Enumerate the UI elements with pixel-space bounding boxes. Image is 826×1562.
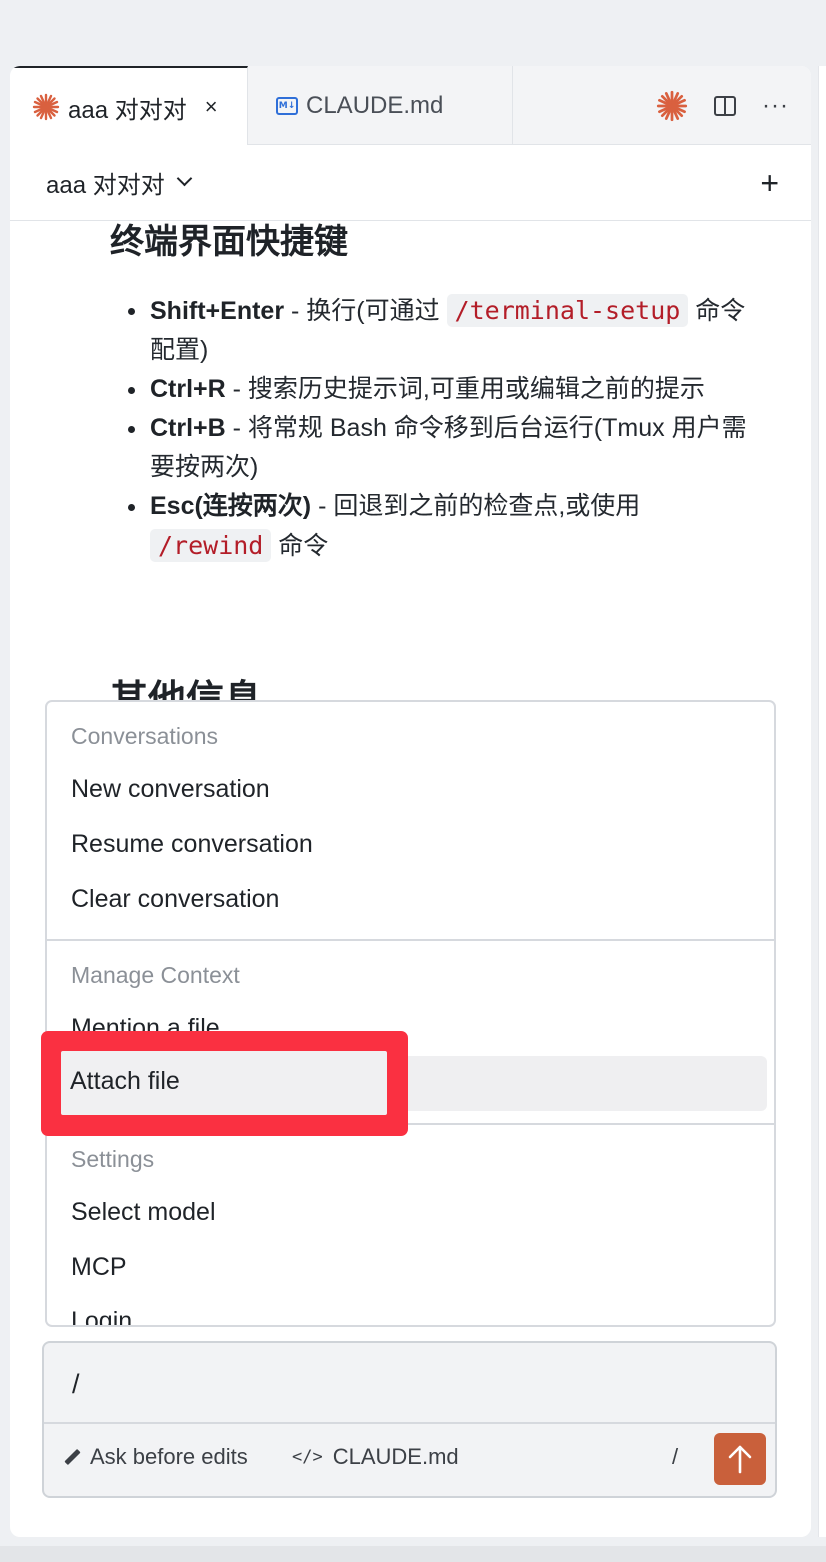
- menu-item-attach-file-label[interactable]: Attach file: [70, 1067, 180, 1096]
- pencil-icon: [66, 1450, 80, 1464]
- claude-asterisk-icon: [32, 93, 60, 121]
- chevron-down-icon[interactable]: [176, 170, 192, 187]
- menu-item-resume-conversation[interactable]: Resume conversation: [71, 830, 313, 859]
- tab-label: CLAUDE.md: [306, 91, 444, 119]
- list-item: Ctrl+B - 将常规 Bash 命令移到后台运行(Tmux 用户需要按两次): [122, 409, 762, 487]
- more-actions-icon[interactable]: ···: [762, 92, 789, 120]
- inline-code: /rewind: [150, 529, 272, 562]
- list-item: Shift+Enter - 换行(可通过 /terminal-setup 命令配…: [122, 291, 762, 370]
- shortcut-key: Ctrl+B: [150, 414, 226, 442]
- menu-section-label: Settings: [71, 1146, 155, 1172]
- send-button[interactable]: [714, 1433, 766, 1485]
- status-bar-edge: [0, 1546, 826, 1562]
- edit-mode-label: Ask before edits: [90, 1444, 248, 1469]
- tab-claude-md[interactable]: M↓ CLAUDE.md: [248, 66, 513, 145]
- section-heading: 终端界面快捷键: [110, 223, 348, 261]
- highlighted-menu-item[interactable]: Attach file: [61, 1051, 387, 1115]
- conversation-title[interactable]: aaa 对对对: [46, 165, 165, 200]
- menu-item-select-model[interactable]: Select model: [71, 1198, 216, 1227]
- arrow-up-icon: [728, 1445, 752, 1474]
- shortcut-key: Esc(连按两次): [150, 492, 312, 520]
- slash-command-menu: Conversations New conversation Resume co…: [45, 700, 776, 1327]
- menu-item-mcp[interactable]: MCP: [71, 1253, 127, 1282]
- tab-actions: ···: [656, 66, 789, 145]
- adjacent-panel-edge: [818, 66, 826, 1537]
- inline-code: /terminal-setup: [446, 294, 689, 327]
- tab-bar: aaa 对对对 × M↓ CLAUDE.md ···: [10, 66, 811, 146]
- prompt-input-box[interactable]: / Ask before edits </> CLAUDE.md /: [42, 1341, 777, 1498]
- message-content: 终端界面快捷键 Shift+Enter - 换行(可通过 /terminal-s…: [10, 206, 811, 766]
- conversation-header: aaa 对对对 +: [10, 145, 811, 221]
- shortcut-key: Shift+Enter: [150, 297, 285, 325]
- markdown-file-icon: M↓: [276, 96, 298, 115]
- new-conversation-button[interactable]: +: [760, 165, 779, 202]
- tab-label: aaa 对对对: [68, 96, 187, 124]
- menu-divider: [47, 939, 774, 941]
- menu-item-new-conversation[interactable]: New conversation: [71, 775, 270, 804]
- shortcut-desc: - 换行(可通过: [284, 297, 447, 325]
- edit-mode-button[interactable]: Ask before edits: [66, 1444, 248, 1470]
- shortcut-desc: 命令: [271, 532, 329, 560]
- split-editor-icon[interactable]: [714, 95, 737, 116]
- menu-section-label: Manage Context: [71, 962, 240, 988]
- shortcut-desc: - 将常规 Bash 命令移到后台运行(Tmux 用户需要按两次): [150, 414, 747, 481]
- context-file-chip[interactable]: </> CLAUDE.md: [292, 1444, 459, 1470]
- code-icon: </>: [292, 1447, 323, 1467]
- shortcut-key: Ctrl+R: [150, 375, 226, 403]
- list-item: Ctrl+R - 搜索历史提示词,可重用或编辑之前的提示: [122, 370, 762, 409]
- menu-item-clear-conversation[interactable]: Clear conversation: [71, 885, 279, 914]
- context-file-label: CLAUDE.md: [332, 1444, 459, 1469]
- tab-conversation[interactable]: aaa 对对对 ×: [10, 66, 248, 146]
- shortcut-desc: - 搜索历史提示词,可重用或编辑之前的提示: [225, 375, 705, 403]
- slash-command-hint[interactable]: /: [672, 1444, 678, 1470]
- editor-window: aaa 对对对 × M↓ CLAUDE.md ··· aaa 对对对 + 终端界…: [10, 66, 811, 1537]
- prompt-input[interactable]: /: [72, 1369, 80, 1400]
- shortcut-list: Shift+Enter - 换行(可通过 /terminal-setup 命令配…: [122, 291, 762, 566]
- menu-section-label: Conversations: [71, 723, 219, 749]
- input-divider: [44, 1422, 775, 1424]
- annotation-highlight-box: Attach file: [41, 1031, 408, 1136]
- list-item: Esc(连按两次) - 回退到之前的检查点,或使用 /rewind 命令: [122, 487, 762, 566]
- close-icon[interactable]: ×: [205, 94, 218, 120]
- menu-item-login[interactable]: Login: [71, 1307, 132, 1325]
- claude-asterisk-icon[interactable]: [656, 90, 688, 122]
- shortcut-desc: - 回退到之前的检查点,或使用: [311, 492, 641, 520]
